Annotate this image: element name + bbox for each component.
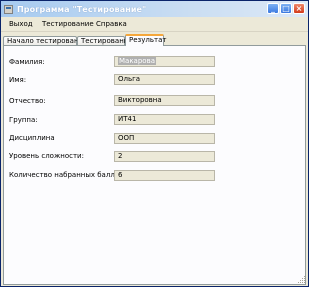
score-label: Количество набранных баллов — [9, 171, 124, 179]
group-field[interactable]: ИТ41 — [114, 114, 215, 125]
window-controls: _ □ × — [267, 3, 305, 14]
app-window: Программа "Тестирование" _ □ × Выход Тес… — [0, 0, 309, 287]
surname-label: Фамилия: — [9, 58, 45, 66]
patronymic-field[interactable]: Викторовна — [114, 95, 215, 106]
close-button[interactable]: × — [293, 3, 305, 14]
minimize-button[interactable]: _ — [267, 3, 279, 14]
menu-help[interactable]: Справка — [96, 20, 127, 28]
maximize-button[interactable]: □ — [280, 3, 292, 14]
menu-testing[interactable]: Тестирование — [42, 20, 94, 28]
tab-result[interactable]: Результат — [125, 34, 166, 46]
app-window-icon — [4, 4, 13, 14]
difficulty-field[interactable]: 2 — [114, 151, 215, 162]
name-label: Имя: — [9, 76, 27, 84]
discipline-label: Дисциплина — [9, 134, 55, 142]
menu-bar: Выход Тестирование Справка — [1, 17, 308, 32]
resize-grip-icon[interactable] — [297, 275, 306, 284]
menu-exit[interactable]: Выход — [9, 20, 33, 28]
name-field[interactable]: Ольга — [114, 74, 215, 85]
score-field[interactable]: 6 — [114, 170, 215, 181]
patronymic-label: Отчество: — [9, 97, 46, 105]
surname-field[interactable]: Макарова — [114, 56, 215, 67]
group-label: Группа: — [9, 116, 38, 124]
title-bar[interactable]: Программа "Тестирование" _ □ × — [1, 1, 308, 17]
difficulty-label: Уровень сложности: — [9, 152, 84, 160]
result-panel: Фамилия: Макарова Имя: Ольга Отчество: В… — [3, 45, 306, 285]
discipline-field[interactable]: ООП — [114, 133, 215, 144]
surname-value: Макарова — [118, 57, 156, 65]
window-title: Программа "Тестирование" — [17, 4, 147, 14]
